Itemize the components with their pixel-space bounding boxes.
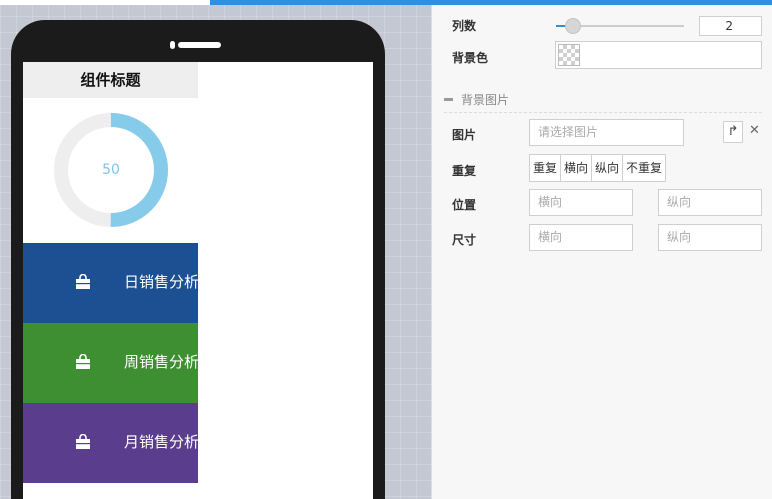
property-panel: 列数 2 背景色 背景图片 图片 请选择图片 ↱ ✕ 重复 重复 横向 纵向 不… [431,5,772,499]
menu-item-weekly-sales[interactable]: 周销售分析 [23,323,198,403]
widget-title: 组件标题 [23,62,198,98]
repeat-label: 重复 [452,164,477,178]
size-y-input[interactable]: 纵向 [658,224,762,251]
columns-label: 列数 [452,19,477,33]
repeat-option-horizontal[interactable]: 横向 [561,155,593,181]
position-y-input[interactable]: 纵向 [658,189,762,216]
phone-screen: 组件标题 50 日销售分析 周销售分析 月销售分析 [23,62,373,499]
position-x-input[interactable]: 横向 [529,189,633,216]
menu-item-daily-sales[interactable]: 日销售分析 [23,243,198,323]
shopping-bag-icon [75,273,91,293]
columns-slider-handle[interactable] [564,18,581,34]
phone-camera [170,41,175,49]
size-label: 尺寸 [452,233,477,247]
menu-item-label: 周销售分析 [124,353,198,371]
menu-item-label: 日销售分析 [124,273,198,291]
collapse-icon [444,98,453,101]
background-color-picker[interactable] [555,41,762,69]
image-input[interactable]: 请选择图片 [529,119,684,146]
section-title: 背景图片 [461,93,510,107]
top-bar-active-segment [0,0,210,5]
background-image-section-header[interactable]: 背景图片 [444,91,762,113]
columns-input[interactable]: 2 [699,16,762,36]
close-icon[interactable]: ✕ [749,123,760,138]
position-label: 位置 [452,198,477,212]
grid-widget[interactable]: 组件标题 50 日销售分析 周销售分析 月销售分析 [23,62,198,483]
share-icon[interactable]: ↱ [723,121,743,143]
gauge-value: 50 [102,162,120,178]
phone-speaker [178,42,221,48]
phone-frame: 组件标题 50 日销售分析 周销售分析 月销售分析 [11,20,385,499]
repeat-options: 重复 横向 纵向 不重复 [529,154,667,182]
size-x-input[interactable]: 横向 [529,224,633,251]
menu-item-label: 月销售分析 [124,433,198,451]
repeat-option-no-repeat[interactable]: 不重复 [623,155,665,181]
shopping-bag-icon [75,353,91,373]
transparent-swatch [558,44,580,66]
menu-item-monthly-sales[interactable]: 月销售分析 [23,403,198,483]
background-color-label: 背景色 [452,51,489,65]
shopping-bag-icon [75,433,91,453]
repeat-option-repeat[interactable]: 重复 [530,155,562,181]
gauge-chart: 50 [23,98,198,243]
repeat-option-vertical[interactable]: 纵向 [592,155,624,181]
image-label: 图片 [452,128,477,142]
